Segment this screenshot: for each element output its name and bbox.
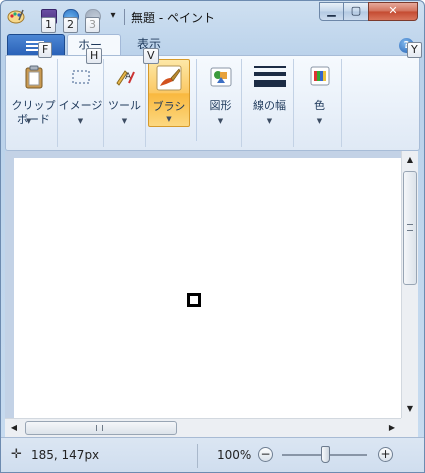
keytip-redo: 3 xyxy=(85,17,100,33)
horizontal-grip-icon xyxy=(96,425,103,431)
scroll-up-icon[interactable]: ▲ xyxy=(402,153,418,167)
minimize-icon: ▁ xyxy=(327,4,336,17)
horizontal-scrollbar[interactable]: ◀ ▶ xyxy=(5,418,401,437)
vertical-grip-icon xyxy=(407,224,413,231)
cursor-position-text: 185, 147px xyxy=(31,448,100,462)
clipboard-dropdown-icon: ▼ xyxy=(26,117,32,125)
image-dropdown-icon: ▼ xyxy=(77,117,84,125)
minimize-button[interactable]: ▁ xyxy=(319,2,344,21)
tools-group-button[interactable]: A ツール ▼ xyxy=(104,59,146,147)
line-width-icon xyxy=(253,66,286,87)
brush-icon xyxy=(156,65,182,91)
zoom-out-button[interactable]: − xyxy=(258,447,273,462)
clipboard-label-line2: ボード xyxy=(17,113,50,126)
line-width-label: 線の幅 xyxy=(253,99,286,112)
scroll-right-icon[interactable]: ▶ xyxy=(385,421,399,435)
paint-app-icon[interactable] xyxy=(7,8,25,24)
title-separator xyxy=(124,9,125,25)
ribbon-separator xyxy=(196,59,197,141)
keytip-help: Y xyxy=(407,42,422,58)
image-group-button[interactable]: イメージ ▼ xyxy=(58,59,104,147)
maximize-icon: ▢ xyxy=(350,4,362,17)
keytip-undo: 2 xyxy=(63,17,78,33)
brush-label: ブラシ xyxy=(152,100,186,113)
drawing-canvas[interactable] xyxy=(14,158,401,418)
ribbon-home: クリップ ボード ▼ イメージ ▼ A ツール ▼ ブラシ ▼ 図形 ▼ 線の幅… xyxy=(5,55,420,151)
brush-group-button[interactable]: ブラシ ▼ xyxy=(148,59,190,127)
close-icon: ✕ xyxy=(388,4,398,17)
clipboard-label: クリップ ボード xyxy=(10,99,57,127)
colors-icon xyxy=(310,66,329,86)
keytip-view: V xyxy=(143,48,159,64)
customize-quick-access-chevron-icon[interactable]: ▾ xyxy=(107,10,119,24)
brush-cursor-icon xyxy=(187,293,201,307)
zoom-slider-thumb[interactable] xyxy=(321,446,330,463)
tools-label: ツール xyxy=(108,99,141,112)
shapes-group-button[interactable]: 図形 ▼ xyxy=(200,59,242,147)
scroll-down-icon[interactable]: ▼ xyxy=(402,402,418,416)
line-width-dropdown-icon: ▼ xyxy=(266,117,273,125)
colors-group-button[interactable]: 色 ▼ xyxy=(298,59,342,147)
status-bar: ✛ 185, 147px 100% − + xyxy=(1,437,424,472)
tools-dropdown-icon: ▼ xyxy=(121,117,128,125)
line-width-group-button[interactable]: 線の幅 ▼ xyxy=(246,59,294,147)
colors-label: 色 xyxy=(314,99,325,112)
scroll-corner xyxy=(401,418,418,437)
shapes-dropdown-icon: ▼ xyxy=(217,117,224,125)
select-icon xyxy=(72,70,89,84)
clipboard-icon xyxy=(25,65,42,89)
window-title: 無題 - ペイント xyxy=(131,11,215,25)
vertical-scrollbar[interactable]: ▲ ▼ xyxy=(401,151,418,418)
clipboard-group-button[interactable]: クリップ ボード ▼ xyxy=(10,59,58,147)
clipboard-label-line1: クリップ xyxy=(11,99,56,112)
brush-dropdown-icon: ▼ xyxy=(166,115,172,123)
paint-window: ▾ 無題 - ペイント ▁ ▢ ✕ 1 2 3 F H V Y ホーム 表示 ?… xyxy=(0,0,425,473)
keytip-home: H xyxy=(86,48,103,64)
maximize-button[interactable]: ▢ xyxy=(343,2,369,21)
canvas-workspace[interactable] xyxy=(5,151,401,418)
horizontal-scroll-thumb[interactable] xyxy=(25,421,177,435)
colors-dropdown-icon: ▼ xyxy=(316,117,323,125)
cursor-position-icon: ✛ xyxy=(11,447,22,462)
keytip-file: F xyxy=(38,42,53,58)
file-menu-button[interactable] xyxy=(7,34,65,56)
vertical-scroll-thumb[interactable] xyxy=(403,171,417,285)
image-label: イメージ xyxy=(58,99,103,112)
zoom-in-button[interactable]: + xyxy=(378,447,393,462)
shapes-icon xyxy=(210,67,231,87)
tools-icon: A xyxy=(115,70,135,86)
status-separator xyxy=(197,444,198,468)
shapes-label: 図形 xyxy=(209,99,232,112)
zoom-level: 100% xyxy=(217,448,252,462)
close-button[interactable]: ✕ xyxy=(368,2,418,21)
scroll-left-icon[interactable]: ◀ xyxy=(7,421,21,435)
keytip-save: 1 xyxy=(41,17,56,33)
